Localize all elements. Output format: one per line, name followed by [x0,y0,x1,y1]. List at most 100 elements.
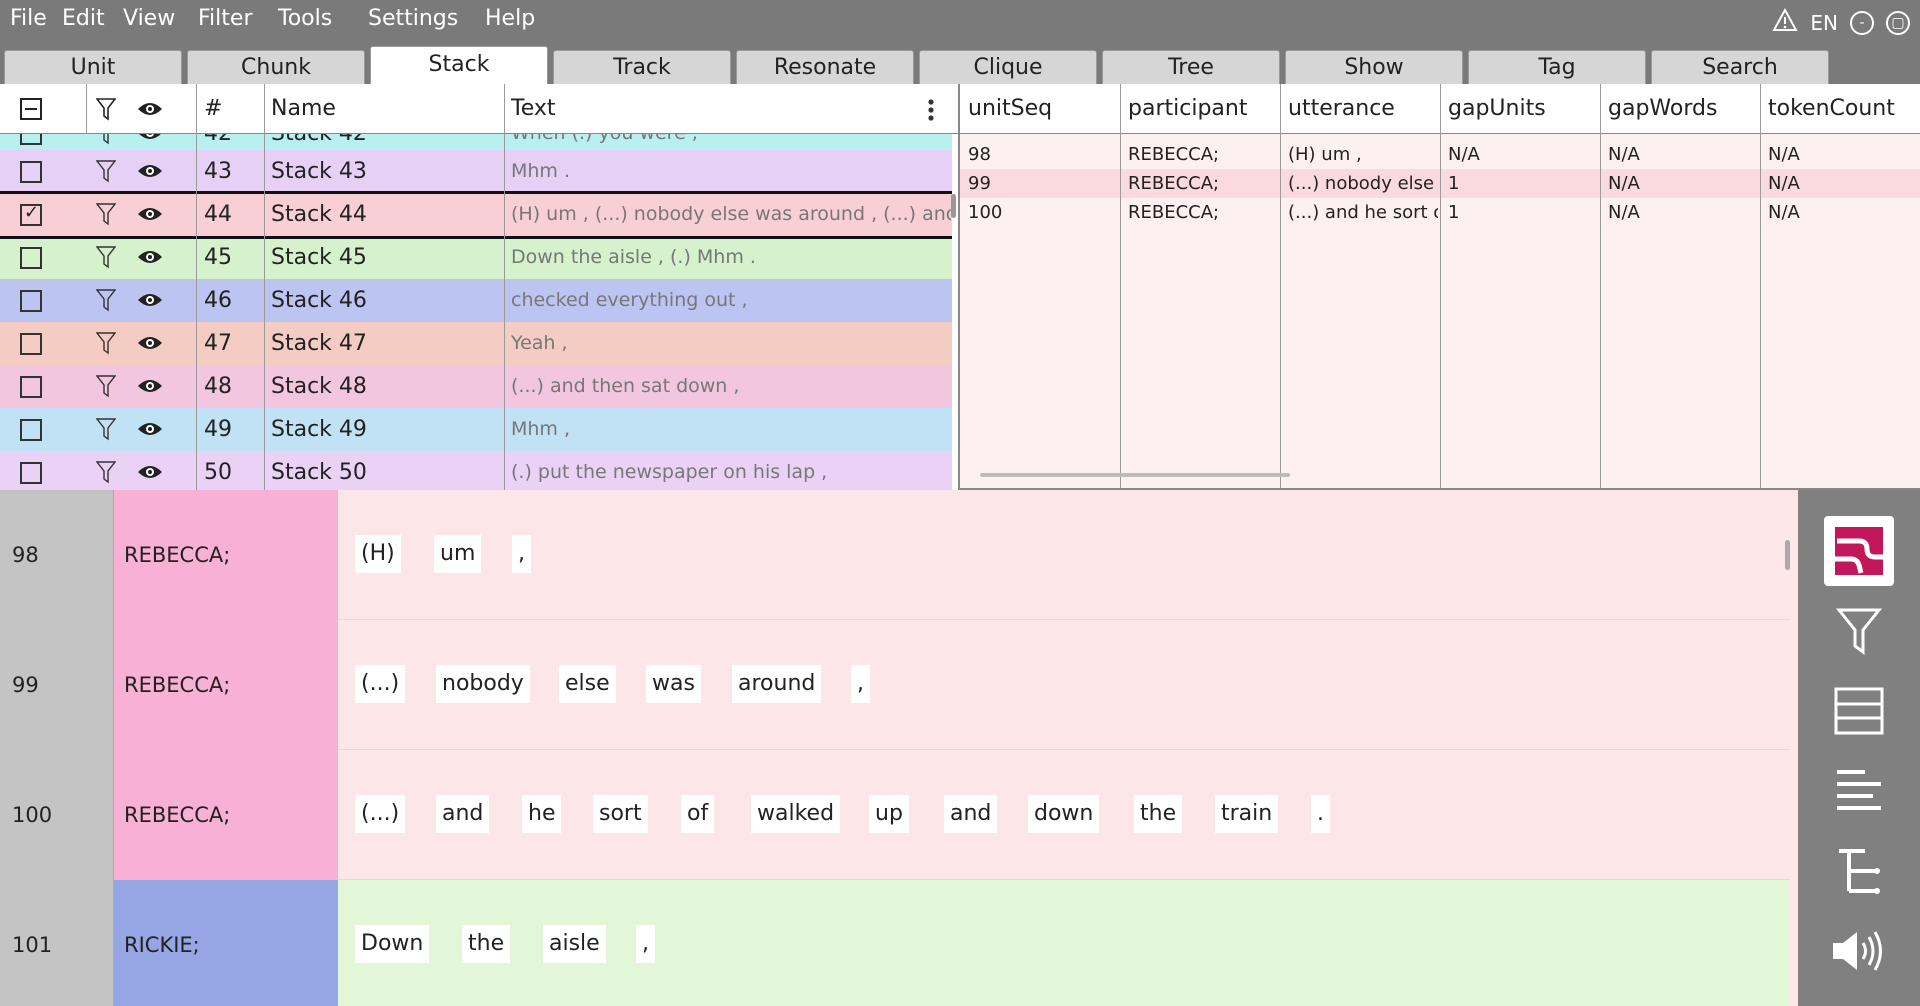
col-header-utterance[interactable]: utterance [1288,84,1395,134]
col-header-text[interactable]: Text [511,84,556,134]
eye-icon[interactable] [137,463,163,481]
tab-clique[interactable]: Clique [919,50,1097,84]
eye-icon[interactable] [137,248,163,266]
scrollbar-thumb[interactable] [1785,540,1790,570]
stack-row-checkbox[interactable] [20,202,42,226]
word-token[interactable]: and [944,795,998,833]
stack-row[interactable]: 46 Stack 46 checked everything out , [0,279,952,322]
word-token[interactable]: nobody [436,665,530,703]
word-token[interactable]: aisle [543,925,606,963]
stack-table-scrollbar[interactable] [950,134,958,490]
menu-edit[interactable]: Edit [62,6,105,31]
word-token[interactable]: (H) [355,535,401,573]
menu-settings[interactable]: Settings [368,6,458,31]
tab-tag[interactable]: Tag [1468,50,1646,84]
align-icon[interactable] [1824,756,1894,826]
tab-stack[interactable]: Stack [370,46,548,84]
word-token[interactable]: he [522,795,562,833]
col-header-gapwords[interactable]: gapWords [1608,84,1717,134]
speaker-icon[interactable] [1824,916,1894,986]
filter-icon[interactable] [96,374,116,398]
stack-row-checkbox[interactable] [20,462,42,484]
attribute-table-hscrollbar[interactable] [980,470,1900,480]
scrollbar-thumb[interactable] [980,473,1290,477]
col-header-name[interactable]: Name [271,84,336,134]
word-token[interactable]: the [1134,795,1183,833]
transcript-unit[interactable]: 98 REBECCA; (H) um, [0,490,1790,620]
visibility-header-icon[interactable] [137,100,163,118]
stack-row[interactable]: 45 Stack 45 Down the aisle , (.) Mhm . [0,236,952,279]
eye-icon[interactable] [137,162,163,180]
tab-resonate[interactable]: Resonate [736,50,914,84]
stack-row[interactable]: 47 Stack 47 Yeah , [0,322,952,365]
col-header-unitseq[interactable]: unitSeq [968,84,1052,134]
transcript-unit[interactable]: 101 RICKIE; Down the aisle, [0,880,1790,1006]
menu-view[interactable]: View [123,6,175,31]
word-token[interactable]: the [462,925,511,963]
eye-icon[interactable] [137,205,163,223]
word-token[interactable]: train [1215,795,1279,833]
stack-row-checkbox[interactable] [20,161,42,183]
stack-row-checkbox[interactable] [20,376,42,398]
stack-row-checkbox[interactable] [20,247,42,269]
word-token[interactable]: was [646,665,701,703]
word-token[interactable]: Down [355,925,430,963]
filter-icon[interactable] [96,417,116,441]
word-token[interactable]: of [681,795,715,833]
transcript-scrollbar[interactable] [1782,490,1794,1006]
tab-unit[interactable]: Unit [4,50,182,84]
eye-icon[interactable] [137,420,163,438]
word-token[interactable]: , [512,535,531,573]
filter-header-icon[interactable] [96,97,116,121]
menu-file[interactable]: File [10,6,47,31]
resonate-logo-icon[interactable] [1824,516,1894,586]
tree-icon[interactable] [1824,836,1894,906]
col-header-num[interactable]: # [204,84,222,134]
column-options-icon[interactable] [926,98,936,122]
filter-icon[interactable] [1824,596,1894,666]
restore-button[interactable]: ▢ [1886,10,1910,35]
word-token[interactable]: , [636,925,655,963]
tab-show[interactable]: Show [1285,50,1463,84]
word-token[interactable]: sort [593,795,648,833]
warning-icon[interactable] [1772,7,1799,37]
word-token[interactable]: else [559,665,616,703]
word-token[interactable]: um [434,535,482,573]
word-token[interactable]: up [869,795,909,833]
minimize-button[interactable]: - [1850,10,1874,35]
tab-track[interactable]: Track [553,50,731,84]
select-all-checkbox[interactable] [20,98,42,120]
menu-tools[interactable]: Tools [278,6,332,31]
stack-row[interactable]: 44 Stack 44 (H) um , (...) nobody else was… [0,193,952,236]
filter-icon[interactable] [96,159,116,183]
menu-help[interactable]: Help [485,6,535,31]
filter-icon[interactable] [96,460,116,484]
stack-row[interactable]: 48 Stack 48 (...) and then sat down , [0,365,952,408]
col-header-gapunits[interactable]: gapUnits [1448,84,1546,134]
filter-icon[interactable] [96,288,116,312]
word-token[interactable]: (...) [355,795,406,833]
rows-icon[interactable] [1824,676,1894,746]
language-selector[interactable]: EN [1810,11,1838,35]
filter-icon[interactable] [96,331,116,355]
stack-row-checkbox[interactable] [20,333,42,355]
transcript-unit[interactable]: 100 REBECCA; (...) and he sort of walked up and do… [0,750,1790,880]
eye-icon[interactable] [137,334,163,352]
tab-search[interactable]: Search [1651,50,1829,84]
stack-row[interactable]: 43 Stack 43 Mhm . [0,150,952,193]
word-token[interactable]: walked [751,795,841,833]
word-token[interactable]: down [1028,795,1100,833]
scrollbar-thumb[interactable] [951,194,956,218]
word-token[interactable]: and [436,795,490,833]
stack-row[interactable]: 50 Stack 50 (.) put the newspaper on his l… [0,451,952,490]
transcript-unit[interactable]: 99 REBECCA; (...) nobody else was around, [0,620,1790,750]
word-token[interactable]: (...) [355,665,406,703]
filter-icon[interactable] [96,245,116,269]
tab-chunk[interactable]: Chunk [187,50,365,84]
word-token[interactable]: , [851,665,870,703]
stack-row-checkbox[interactable] [20,290,42,312]
tab-tree[interactable]: Tree [1102,50,1280,84]
eye-icon[interactable] [137,291,163,309]
col-header-tokencount[interactable]: tokenCount [1768,84,1895,134]
col-header-participant[interactable]: participant [1128,84,1247,134]
